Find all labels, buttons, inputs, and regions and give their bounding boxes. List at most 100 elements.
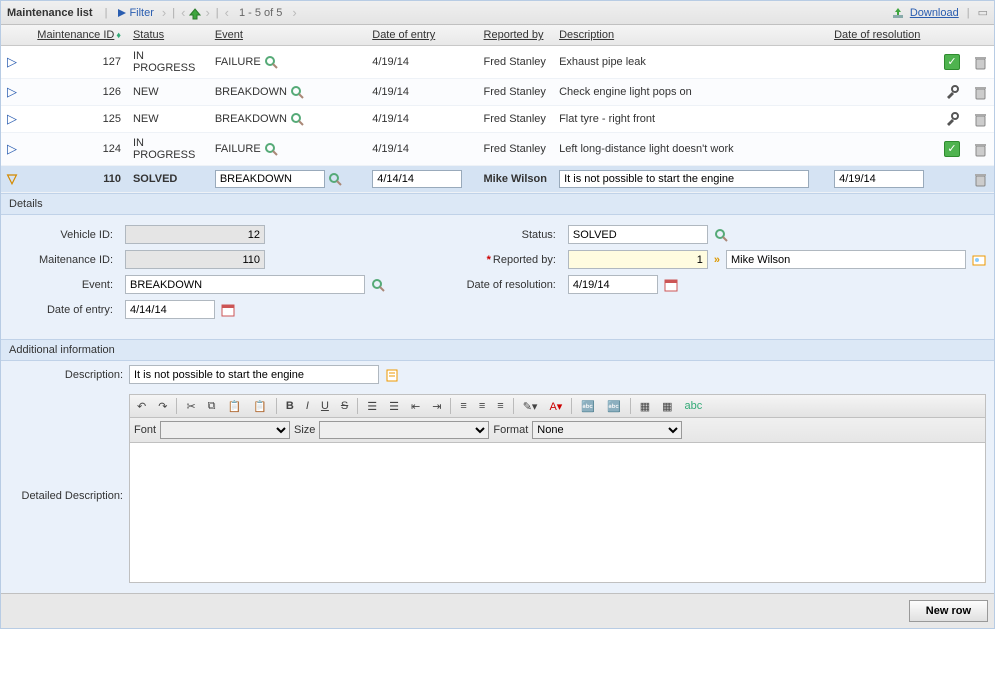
lookup-icon[interactable] — [290, 113, 304, 125]
date-res-field[interactable] — [568, 275, 658, 294]
nav-first-icon[interactable]: ‹ — [225, 5, 229, 20]
italic-icon[interactable]: I — [303, 399, 312, 413]
expand-row-icon[interactable]: ▽ — [7, 171, 17, 186]
lookup-icon[interactable] — [371, 278, 385, 292]
paste-text-icon[interactable]: 📋 — [250, 399, 270, 414]
date-entry-field[interactable] — [125, 300, 215, 319]
col-description[interactable]: Description — [559, 29, 614, 41]
new-row-button[interactable]: New row — [909, 600, 988, 622]
date-entry-cell-input[interactable] — [372, 170, 462, 188]
nav-prev-icon[interactable]: ‹ — [181, 5, 185, 20]
filter-button[interactable]: Filter — [113, 6, 157, 20]
select-all-icon[interactable]: ▦ — [659, 399, 675, 414]
insert-table-icon[interactable]: ▦ — [637, 399, 653, 414]
copy-icon[interactable]: ⧉ — [205, 399, 219, 414]
expand-row-icon[interactable]: ▷ — [7, 111, 17, 126]
download-link[interactable]: Download — [910, 7, 959, 19]
spellcheck-icon[interactable]: abc — [682, 399, 706, 413]
lookup-icon[interactable] — [264, 143, 278, 155]
find-icon[interactable]: 🔤 — [578, 399, 598, 414]
reported-by-name-field[interactable] — [726, 250, 966, 269]
redo-icon[interactable]: ↷ — [155, 399, 170, 414]
table-row[interactable]: ▷124IN PROGRESSFAILURE 4/19/14Fred Stanl… — [1, 133, 994, 166]
unordered-list-icon[interactable]: ☰ — [386, 399, 402, 414]
id-cell: 124 — [103, 143, 121, 155]
tools-icon[interactable] — [944, 86, 960, 98]
pager-text: 1 - 5 of 5 — [233, 7, 288, 19]
table-row[interactable]: ▽110SOLVED Mike Wilson — [1, 166, 994, 193]
status-cell: SOLVED — [133, 173, 177, 185]
cut-icon[interactable]: ✂ — [183, 399, 198, 414]
calendar-icon[interactable] — [221, 303, 235, 317]
ordered-list-icon[interactable]: ☰ — [364, 399, 380, 414]
reported-by-id-field[interactable] — [568, 250, 708, 269]
vehicle-id-label: Vehicle ID: — [9, 229, 119, 241]
app-window: Maintenance list | Filter › | ‹ › | ‹ 1 … — [0, 0, 995, 629]
col-date-entry[interactable]: Date of entry — [372, 29, 435, 41]
lookup-icon[interactable] — [264, 56, 278, 68]
col-reported-by[interactable]: Reported by — [484, 29, 544, 41]
expand-row-icon[interactable]: ▷ — [7, 141, 17, 156]
event-field[interactable] — [125, 275, 365, 294]
delete-row-icon[interactable] — [974, 111, 987, 126]
bold-icon[interactable]: B — [283, 399, 297, 413]
vehicle-id-field[interactable] — [125, 225, 265, 244]
id-cell: 125 — [103, 113, 121, 125]
table-row[interactable]: ▷127IN PROGRESSFAILURE 4/19/14Fred Stanl… — [1, 46, 994, 79]
delete-row-icon[interactable] — [974, 141, 987, 156]
delete-row-icon[interactable] — [974, 54, 987, 69]
replace-icon[interactable]: 🔤 — [604, 399, 624, 414]
col-date-resolution[interactable]: Date of resolution — [834, 29, 920, 41]
download-icon[interactable] — [892, 6, 904, 18]
lookup-icon[interactable] — [328, 173, 342, 185]
status-label: Status: — [452, 229, 562, 241]
nav-next-icon[interactable]: › — [205, 5, 209, 20]
indent-icon[interactable]: ⇥ — [429, 399, 444, 414]
underline-icon[interactable]: U — [318, 399, 332, 413]
edit-note-icon[interactable] — [382, 369, 400, 381]
highlight-icon[interactable]: ✎▾ — [520, 399, 541, 414]
font-select[interactable] — [160, 421, 290, 439]
description-cell-input[interactable] — [559, 170, 809, 188]
date-entry-cell: 4/19/14 — [372, 143, 409, 155]
description-field[interactable] — [129, 365, 379, 384]
delete-row-icon[interactable] — [974, 84, 987, 99]
event-cell-input[interactable] — [215, 170, 325, 188]
lookup-icon[interactable] — [290, 86, 304, 98]
nav-last-icon[interactable]: › — [292, 5, 296, 20]
tools-icon[interactable] — [944, 113, 960, 125]
align-right-icon[interactable]: ≡ — [494, 399, 506, 413]
maintenance-id-field[interactable] — [125, 250, 265, 269]
format-select[interactable]: None — [532, 421, 682, 439]
goto-icon[interactable]: » — [714, 254, 720, 266]
calendar-icon[interactable] — [664, 278, 678, 292]
status-field[interactable] — [568, 225, 708, 244]
table-row[interactable]: ▷126NEWBREAKDOWN 4/19/14Fred StanleyChec… — [1, 79, 994, 106]
delete-row-icon[interactable] — [974, 171, 987, 186]
table-row[interactable]: ▷125NEWBREAKDOWN 4/19/14Fred StanleyFlat… — [1, 106, 994, 133]
collapse-icon[interactable]: ▭ — [978, 6, 988, 19]
check-icon[interactable]: ✓ — [944, 141, 960, 157]
id-cell: 127 — [103, 56, 121, 68]
check-icon[interactable]: ✓ — [944, 54, 960, 70]
arrow-up-icon[interactable] — [189, 5, 201, 20]
col-maintenance-id[interactable]: Maintenance ID — [37, 29, 114, 41]
expand-row-icon[interactable]: ▷ — [7, 84, 17, 99]
size-select[interactable] — [319, 421, 489, 439]
detailed-description-editor[interactable] — [129, 443, 986, 583]
align-center-icon[interactable]: ≡ — [476, 399, 488, 413]
lookup-icon[interactable] — [714, 228, 728, 242]
col-event[interactable]: Event — [215, 29, 243, 41]
strike-icon[interactable]: S — [338, 399, 351, 413]
nav-next-icon[interactable]: › — [162, 5, 166, 20]
col-status[interactable]: Status — [133, 29, 164, 41]
date-res-cell-input[interactable] — [834, 170, 924, 188]
expand-row-icon[interactable]: ▷ — [7, 54, 17, 69]
font-color-icon[interactable]: A▾ — [546, 399, 565, 414]
outdent-icon[interactable]: ⇤ — [408, 399, 423, 414]
description-cell: Exhaust pipe leak — [559, 56, 646, 68]
undo-icon[interactable]: ↶ — [134, 399, 149, 414]
card-lookup-icon[interactable] — [972, 253, 986, 267]
align-left-icon[interactable]: ≡ — [457, 399, 469, 413]
paste-icon[interactable]: 📋 — [225, 399, 245, 414]
